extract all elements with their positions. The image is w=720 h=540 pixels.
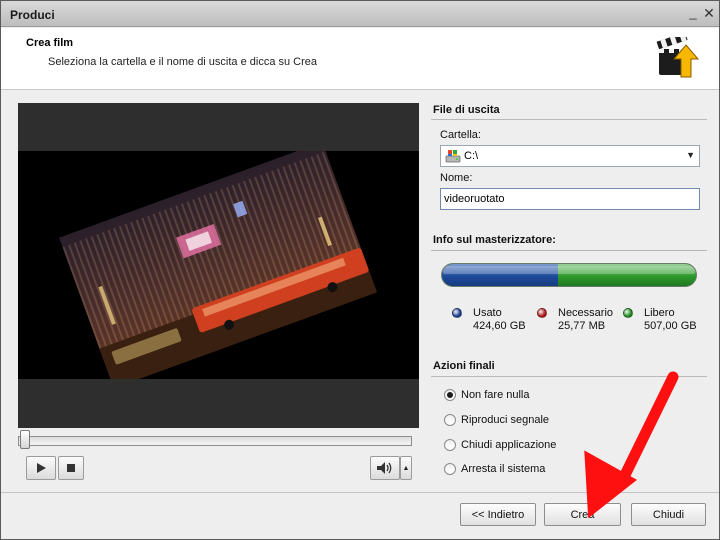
- disk-usage-bar: [441, 263, 697, 287]
- needed-legend-value: 25,77 MB: [558, 320, 606, 332]
- free-legend-value: 507,00 GB: [644, 320, 697, 332]
- back-button[interactable]: << Indietro: [460, 503, 536, 526]
- radio-close-app[interactable]: [444, 439, 456, 451]
- used-legend-value: 424,60 GB: [473, 320, 526, 332]
- used-legend-dot: [452, 308, 462, 318]
- needed-legend-name: Necessario: [558, 307, 614, 319]
- radio-label-do-nothing[interactable]: Non fare nulla: [461, 389, 530, 401]
- chevron-down-icon[interactable]: ▼: [686, 150, 695, 160]
- volume-button[interactable]: [370, 456, 400, 480]
- play-icon: [37, 463, 46, 473]
- folder-label: Cartella:: [440, 129, 481, 141]
- minimize-icon[interactable]: _: [686, 5, 700, 21]
- header-subtitle: Seleziona la cartella e il nome di uscit…: [48, 56, 318, 68]
- burner-section-title: Info sul masterizzatore:: [433, 234, 556, 246]
- bar-gloss: [442, 266, 696, 274]
- drive-icon: [445, 150, 461, 163]
- stop-icon: [67, 464, 75, 472]
- header-title: Crea film: [26, 37, 74, 49]
- rotated-video-thumbnail: [59, 151, 377, 379]
- produce-dialog: Produci _ ✕ Crea film Seleziona la carte…: [0, 0, 720, 540]
- filename-field-box[interactable]: [440, 188, 700, 210]
- final-actions-section-title: Azioni finali: [433, 360, 495, 372]
- volume-dropdown-arrow-icon[interactable]: ▲: [400, 456, 412, 480]
- clapperboard-upload-icon: [656, 37, 700, 78]
- filename-input[interactable]: [441, 189, 699, 209]
- video-frame: [18, 151, 419, 379]
- red-annotation-arrow-icon: [584, 371, 679, 519]
- free-legend-dot: [623, 308, 633, 318]
- seek-track[interactable]: [18, 436, 412, 446]
- title-bar: Produci _ ✕: [1, 1, 719, 27]
- output-section-divider: [431, 119, 707, 120]
- stop-button[interactable]: [58, 456, 84, 480]
- radio-label-shutdown[interactable]: Arresta il sistema: [461, 463, 545, 475]
- burner-section-divider: [431, 250, 707, 251]
- speaker-icon: [377, 462, 392, 474]
- folder-combobox[interactable]: C:\ ▼: [440, 145, 700, 167]
- radio-shutdown[interactable]: [444, 463, 456, 475]
- radio-do-nothing[interactable]: [444, 389, 456, 401]
- window-title: Produci: [10, 8, 55, 22]
- output-section-title: File di uscita: [433, 104, 500, 116]
- used-legend-name: Usato: [473, 307, 502, 319]
- dialog-header: Crea film Seleziona la cartella e il nom…: [1, 28, 719, 90]
- free-legend-name: Libero: [644, 307, 675, 319]
- folder-value: C:\: [464, 150, 479, 162]
- radio-label-play-sound[interactable]: Riproduci segnale: [461, 414, 549, 426]
- radio-label-close-app[interactable]: Chiudi applicazione: [461, 439, 556, 451]
- needed-legend-dot: [537, 308, 547, 318]
- video-preview: [18, 103, 419, 428]
- radio-play-sound[interactable]: [444, 414, 456, 426]
- name-label: Nome:: [440, 172, 473, 184]
- play-button[interactable]: [26, 456, 56, 480]
- close-icon[interactable]: ✕: [702, 5, 716, 21]
- seek-handle[interactable]: [20, 430, 30, 449]
